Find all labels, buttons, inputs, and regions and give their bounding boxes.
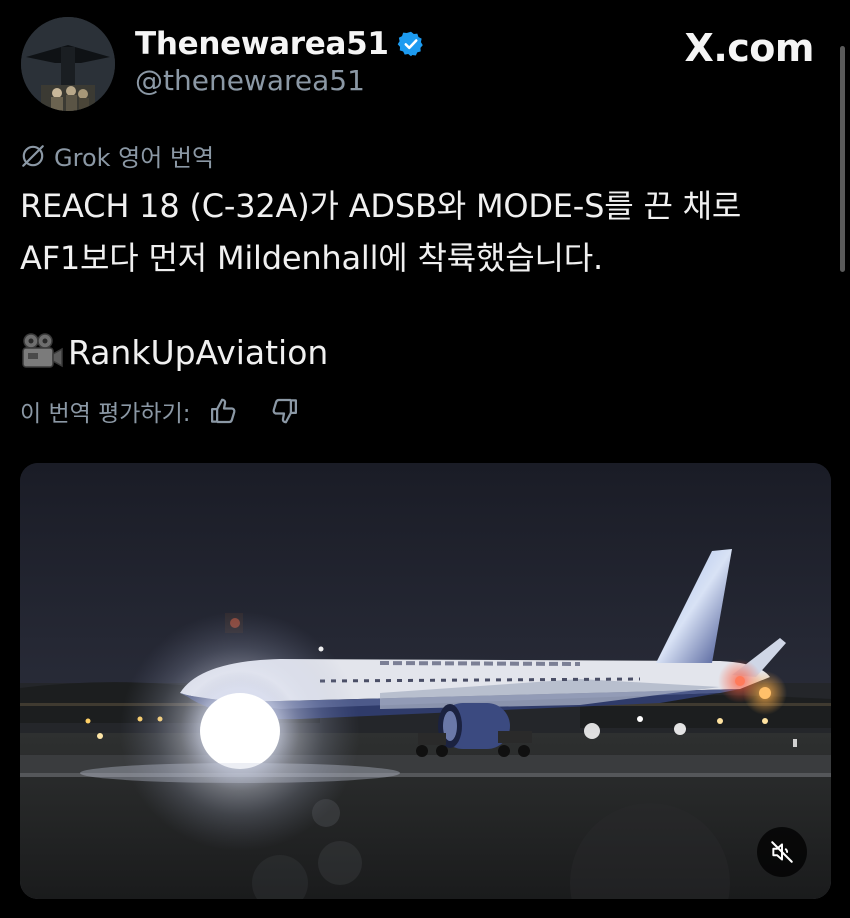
thumbs-down-icon bbox=[272, 398, 297, 424]
tweet-line-1: REACH 18 (C-32A)가 ADSB와 MODE-S를 끈 채로 bbox=[20, 187, 742, 225]
author-name-row[interactable]: Thenewarea51 bbox=[135, 22, 425, 66]
verified-badge-icon bbox=[397, 31, 423, 57]
avatar[interactable] bbox=[21, 17, 115, 111]
thumbs-down-button[interactable] bbox=[267, 394, 301, 428]
tweet-text: REACH 18 (C-32A)가 ADSB와 MODE-S를 끈 채로 AF1… bbox=[20, 180, 820, 284]
post-screen: Thenewarea51 @thenewarea51 X.com Grok 영어… bbox=[0, 0, 850, 918]
rate-translation-label: 이 번역 평가하기: bbox=[20, 401, 191, 427]
grok-icon bbox=[22, 144, 44, 167]
rate-translation-row: 이 번역 평가하기: bbox=[20, 394, 301, 428]
translation-label: Grok 영어 번역 bbox=[54, 144, 215, 172]
credit-row: RankUpAviation bbox=[20, 332, 328, 372]
mute-toggle-button[interactable] bbox=[757, 827, 807, 877]
scrollbar[interactable] bbox=[840, 46, 845, 272]
tweet-line-2: AF1보다 먼저 Mildenhall에 착륙했습니다. bbox=[20, 239, 603, 277]
movie-camera-icon bbox=[22, 333, 63, 368]
credit-text: RankUpAviation bbox=[68, 332, 329, 372]
video-thumbnail bbox=[20, 463, 831, 899]
translation-label-row: Grok 영어 번역 bbox=[20, 138, 214, 173]
muted-speaker-icon bbox=[771, 841, 793, 863]
avatar-image bbox=[21, 17, 115, 111]
author-handle[interactable]: @thenewarea51 bbox=[135, 64, 365, 97]
display-name[interactable]: Thenewarea51 bbox=[135, 26, 389, 62]
video-player[interactable] bbox=[20, 463, 831, 899]
thumbs-up-button[interactable] bbox=[207, 394, 241, 428]
thumbs-up-icon bbox=[210, 398, 235, 424]
x-com-logo: X.com bbox=[684, 26, 815, 70]
